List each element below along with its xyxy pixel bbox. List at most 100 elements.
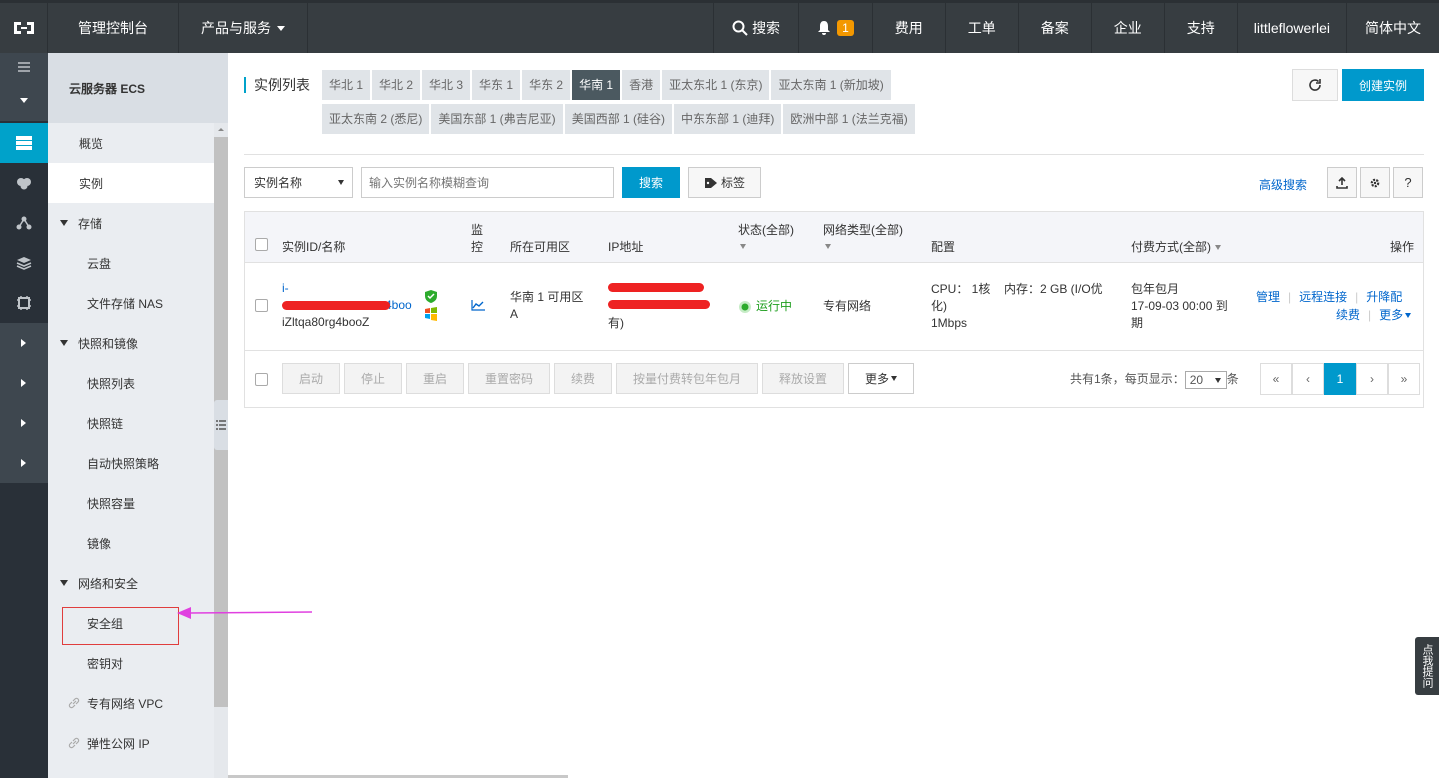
aliyun-logo[interactable]: [0, 3, 48, 53]
start-button[interactable]: 启动: [282, 363, 340, 394]
feedback-button[interactable]: 点我提问: [1415, 637, 1439, 695]
sidebar-item-disk[interactable]: 云盘: [48, 243, 228, 283]
sidebar-item-key-pairs[interactable]: 密钥对: [48, 643, 228, 683]
region-tab[interactable]: 亚太东南 1 (新加坡): [771, 70, 891, 100]
manage-link[interactable]: 管理: [1256, 290, 1280, 304]
rail-ecs[interactable]: [0, 123, 48, 163]
more-batch-button[interactable]: 更多: [848, 363, 914, 394]
sidebar-item-overview[interactable]: 概览: [48, 123, 228, 163]
sidebar-item-snapshot-chain[interactable]: 快照链: [48, 403, 228, 443]
restart-button[interactable]: 重启: [406, 363, 464, 394]
top-navbar: 管理控制台 产品与服务 搜索 1 费用 工单 备案 企业 支持 littlefl…: [0, 0, 1439, 53]
advanced-search-link[interactable]: 高级搜索: [1259, 176, 1307, 193]
zone-line-1: 华南 1 可用区: [510, 290, 584, 304]
search-type-select[interactable]: 实例名称: [244, 167, 353, 198]
page-next-button[interactable]: ›: [1356, 363, 1388, 395]
user-menu[interactable]: littleflowerlei: [1238, 3, 1347, 53]
footer-select-all-checkbox[interactable]: [255, 373, 268, 386]
stop-button[interactable]: 停止: [344, 363, 402, 394]
fees-link[interactable]: 费用: [873, 3, 946, 53]
menu-toggle[interactable]: [0, 53, 48, 81]
sidebar-scrollbar[interactable]: [214, 123, 228, 778]
col-status[interactable]: 状态(全部): [738, 222, 794, 254]
row-checkbox[interactable]: [255, 299, 268, 312]
more-actions-link[interactable]: 更多: [1379, 308, 1412, 322]
sidebar-collapse-handle[interactable]: [214, 400, 228, 450]
rail-expand[interactable]: [0, 81, 48, 121]
remote-connect-link[interactable]: 远程连接: [1299, 290, 1347, 304]
refresh-button[interactable]: [1292, 69, 1338, 101]
page-first-button[interactable]: «: [1260, 363, 1292, 395]
console-link[interactable]: 管理控制台: [48, 3, 179, 53]
support-link[interactable]: 支持: [1165, 3, 1238, 53]
search-button[interactable]: 搜索: [714, 3, 800, 53]
rail-item-3[interactable]: [0, 203, 48, 243]
sidebar-item-snapshot-capacity[interactable]: 快照容量: [48, 483, 228, 523]
page-last-button[interactable]: »: [1388, 363, 1420, 395]
rail-item-2[interactable]: [0, 163, 48, 203]
sidebar-item-nas[interactable]: 文件存储 NAS: [48, 283, 228, 323]
tickets-link[interactable]: 工单: [946, 3, 1019, 53]
notifications-button[interactable]: 1: [799, 3, 873, 53]
settings-button[interactable]: [1360, 167, 1390, 198]
renew-link[interactable]: 续费: [1336, 308, 1360, 322]
page-current-button[interactable]: 1: [1324, 363, 1356, 395]
col-id: 实例ID/名称: [282, 240, 346, 254]
col-billing[interactable]: 付费方式(全部): [1131, 239, 1221, 255]
rail-item-8[interactable]: [0, 403, 48, 443]
region-tab[interactable]: 华北 3: [422, 70, 471, 100]
export-button[interactable]: [1327, 167, 1357, 198]
region-tab[interactable]: 华东 2: [522, 70, 571, 100]
col-monitor-1: 监: [471, 223, 484, 237]
sidebar-item-images[interactable]: 镜像: [48, 523, 228, 563]
search-input[interactable]: [361, 167, 614, 198]
help-button[interactable]: ?: [1393, 167, 1423, 198]
region-tab[interactable]: 欧洲中部 1 (法兰克福): [783, 104, 915, 134]
release-settings-button[interactable]: 释放设置: [762, 363, 844, 394]
renew-button[interactable]: 续费: [554, 363, 612, 394]
products-menu[interactable]: 产品与服务: [179, 3, 308, 53]
region-tab[interactable]: 香港: [622, 70, 661, 100]
region-tab[interactable]: 美国东部 1 (弗吉尼亚): [431, 104, 563, 134]
select-all-checkbox[interactable]: [255, 238, 268, 251]
rail-item-7[interactable]: [0, 363, 48, 403]
region-tab[interactable]: 美国西部 1 (硅谷): [564, 104, 673, 134]
sidebar-item-snapshot-list[interactable]: 快照列表: [48, 363, 228, 403]
convert-billing-button[interactable]: 按量付费转包年包月: [616, 363, 758, 394]
sidebar-item-eip[interactable]: 弹性公网 IP: [48, 723, 228, 763]
language-menu[interactable]: 简体中文: [1347, 3, 1439, 53]
create-instance-button[interactable]: 创建实例: [1342, 69, 1424, 101]
rail-item-5[interactable]: [0, 283, 48, 323]
caret-right-icon: [21, 459, 26, 467]
col-network[interactable]: 网络类型(全部): [823, 222, 903, 254]
rail-item-6[interactable]: [0, 323, 48, 363]
per-page-select[interactable]: 20: [1184, 371, 1227, 389]
region-tab[interactable]: 华北 1: [322, 70, 371, 100]
region-tab[interactable]: 中东东部 1 (迪拜): [674, 104, 782, 134]
sidebar-group-storage[interactable]: 存储: [48, 203, 228, 243]
sidebar-group-snapshots[interactable]: 快照和镜像: [48, 323, 228, 363]
enterprise-link[interactable]: 企业: [1092, 3, 1165, 53]
instance-id-prefix[interactable]: i-: [282, 280, 289, 297]
rail-item-9[interactable]: [0, 443, 48, 483]
region-tab[interactable]: 华北 2: [372, 70, 421, 100]
sidebar-group-label: 快照和镜像: [78, 336, 139, 351]
more-label: 更多: [864, 372, 889, 386]
region-tab[interactable]: 华东 1: [472, 70, 521, 100]
sidebar-item-instances[interactable]: 实例: [48, 163, 228, 203]
search-submit-button[interactable]: 搜索: [622, 167, 680, 198]
reset-password-button[interactable]: 重置密码: [468, 363, 550, 394]
region-tab[interactable]: 亚太东北 1 (东京): [662, 70, 770, 100]
sidebar-item-auto-snapshot[interactable]: 自动快照策略: [48, 443, 228, 483]
per-page-value: 20: [1189, 373, 1204, 387]
sidebar-item-vpc[interactable]: 专有网络 VPC: [48, 683, 228, 723]
page-prev-button[interactable]: ‹: [1292, 363, 1324, 395]
sidebar-group-network-security[interactable]: 网络和安全: [48, 563, 228, 603]
monitor-chart-icon[interactable]: [471, 300, 485, 311]
region-tab[interactable]: 亚太东南 2 (悉尼): [322, 104, 430, 134]
upgrade-link[interactable]: 升降配: [1366, 290, 1402, 304]
beian-link[interactable]: 备案: [1019, 3, 1092, 53]
tag-button[interactable]: 标签: [688, 167, 761, 198]
rail-item-4[interactable]: [0, 243, 48, 283]
region-tab[interactable]: 华南 1: [572, 70, 621, 100]
